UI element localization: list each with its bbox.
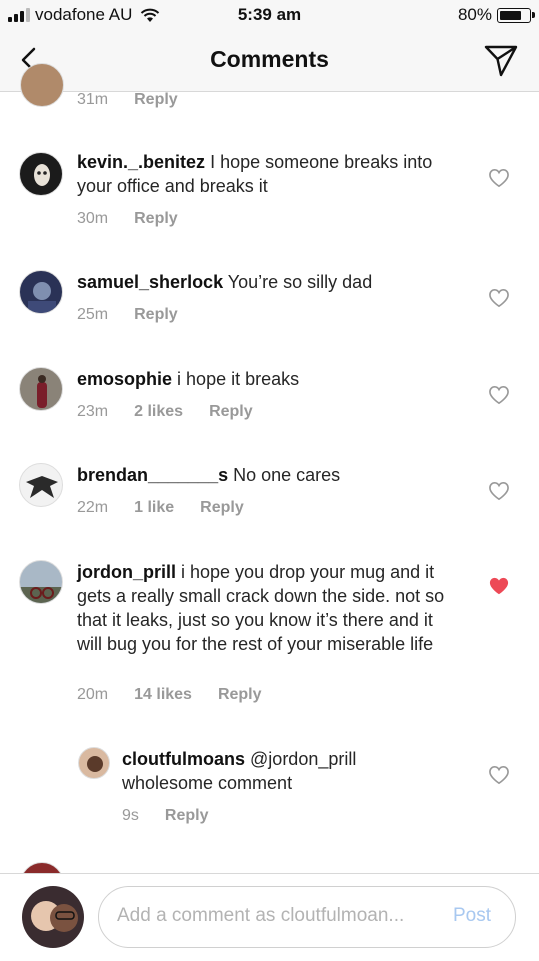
- reply-button[interactable]: Reply: [165, 807, 209, 825]
- comment-body: You’re so silly dad: [227, 272, 373, 292]
- avatar-image: [37, 375, 47, 408]
- comment-text: samuel_sherlock You’re so silly dad: [77, 270, 462, 294]
- comment-time: 30m: [77, 210, 109, 227]
- avatar-image: [87, 756, 103, 772]
- comment-body: i hope it breaks: [177, 369, 300, 389]
- avatar[interactable]: [19, 560, 63, 604]
- likes-count[interactable]: 2 likes: [134, 403, 183, 421]
- comment-time: 23m: [77, 403, 109, 420]
- post-button[interactable]: Post: [453, 905, 491, 927]
- comment-text: cloutfulmoans @jordon_prill wholesome co…: [122, 747, 452, 795]
- comment-text: kevin._.benitez I hope someone breaks in…: [77, 150, 462, 198]
- heart-icon[interactable]: [488, 385, 510, 405]
- comment-text: brendan_______s No one cares: [77, 463, 462, 487]
- comment-time: 31m: [77, 91, 109, 108]
- heart-icon[interactable]: [488, 168, 510, 188]
- comments-header: Comments: [0, 30, 539, 92]
- battery-percent: 80%: [457, 5, 492, 24]
- heart-filled-icon[interactable]: [488, 576, 510, 596]
- paper-plane-icon: [484, 45, 518, 77]
- likes-count[interactable]: 14 likes: [134, 686, 192, 704]
- comment-time: 22m: [77, 499, 109, 516]
- comment-meta: 25m Reply: [77, 306, 178, 324]
- comment-meta: 30m Reply: [77, 210, 178, 228]
- comment-text: emosophie i hope it breaks: [77, 367, 462, 391]
- avatar[interactable]: [19, 270, 63, 314]
- avatar-image: [34, 164, 50, 186]
- comment-username[interactable]: jordon_prill: [77, 562, 176, 582]
- current-user-avatar: [22, 886, 84, 948]
- avatar-image: [31, 901, 78, 932]
- comment-username[interactable]: brendan_______s: [77, 465, 228, 485]
- comment-time: 9s: [122, 807, 139, 824]
- avatar[interactable]: [19, 463, 63, 507]
- comment-username[interactable]: emosophie: [77, 369, 172, 389]
- reply-button[interactable]: Reply: [134, 210, 178, 228]
- comment-text: jordon_prill i hope you drop your mug an…: [77, 560, 462, 656]
- reply-button[interactable]: Reply: [134, 306, 178, 324]
- heart-icon[interactable]: [488, 288, 510, 308]
- comment-time: 25m: [77, 306, 109, 323]
- comment-meta: 20m 14 likes Reply: [77, 686, 262, 704]
- comment-item: 31m Reply: [0, 63, 539, 113]
- comment-body: No one cares: [233, 465, 341, 485]
- page-title: Comments: [210, 46, 329, 72]
- battery-icon: [497, 7, 535, 23]
- comment-meta: 23m 2 likes Reply: [77, 403, 253, 421]
- comment-meta: 31m Reply: [77, 91, 178, 109]
- reply-button[interactable]: Reply: [200, 499, 244, 517]
- likes-count[interactable]: 1 like: [134, 499, 174, 517]
- avatar[interactable]: [19, 152, 63, 196]
- comment-meta: 22m 1 like Reply: [77, 499, 244, 517]
- avatar[interactable]: [19, 367, 63, 411]
- direct-message-button[interactable]: [483, 44, 519, 78]
- comment-username[interactable]: samuel_sherlock: [77, 272, 223, 292]
- heart-icon[interactable]: [488, 765, 510, 785]
- avatar[interactable]: [20, 63, 64, 107]
- comment-username[interactable]: cloutfulmoans: [122, 749, 245, 769]
- avatar-image: [20, 587, 62, 603]
- reply-button[interactable]: Reply: [209, 403, 253, 421]
- comment-time: 20m: [77, 686, 109, 703]
- status-right: 80%: [457, 5, 535, 25]
- avatar[interactable]: [78, 747, 110, 779]
- comment-username[interactable]: kevin._.benitez: [77, 152, 205, 172]
- status-bar: vodafone AU 5:39 am 80%: [0, 0, 539, 30]
- comment-input[interactable]: Add a comment as cloutfulmoan... Post: [98, 886, 516, 948]
- heart-icon[interactable]: [488, 481, 510, 501]
- comment-composer: Add a comment as cloutfulmoan... Post: [0, 873, 539, 961]
- reply-button[interactable]: Reply: [134, 91, 178, 109]
- comment-input-placeholder: Add a comment as cloutfulmoan...: [117, 905, 405, 926]
- avatar-image: [28, 282, 56, 313]
- avatar-image: [26, 476, 58, 498]
- reply-button[interactable]: Reply: [218, 686, 262, 704]
- comment-meta: 9s Reply: [122, 807, 208, 825]
